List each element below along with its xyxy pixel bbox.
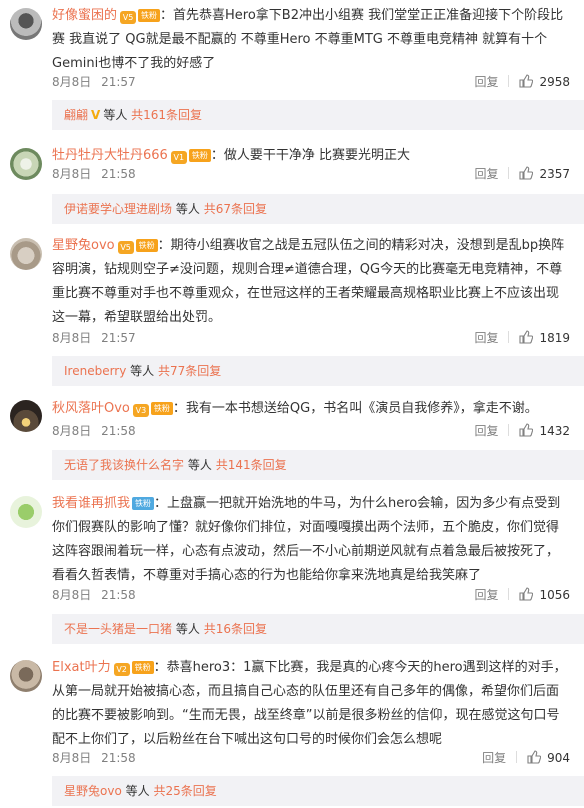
comment-meta: 8月8日 21:58 回复 904 (52, 746, 570, 770)
avatar[interactable] (10, 148, 42, 180)
thumbs-up-icon[interactable] (519, 328, 534, 352)
like-count: 2357 (539, 167, 570, 181)
reply-total-link[interactable]: 共67条回复 (204, 202, 267, 216)
comment-date: 8月8日 (52, 331, 92, 345)
reply-summary[interactable]: 星野兔ovo 等人 共25条回复 (52, 776, 584, 806)
comment-username[interactable]: Elxat叶力 (52, 660, 111, 675)
reply-others: 等人 (175, 622, 200, 636)
reply-summary[interactable]: 无语了我该换什么名字 等人 共141条回复 (52, 450, 584, 480)
avatar[interactable] (10, 496, 42, 528)
vip-crown-icon: V2 (113, 663, 130, 676)
comment-date: 8月8日 (52, 424, 92, 438)
comment-username[interactable]: 我看谁再抓我 (52, 496, 130, 511)
comment-time: 21:58 (101, 751, 136, 765)
reply-button[interactable]: 回复 (474, 75, 498, 89)
fan-badge: 铁粉 (132, 497, 155, 510)
reply-button[interactable]: 回复 (474, 331, 498, 345)
reply-total-link[interactable]: 共25条回复 (153, 784, 216, 798)
avatar[interactable] (10, 238, 42, 270)
reply-total-link[interactable]: 共141条回复 (216, 458, 287, 472)
reply-others: 等人 (175, 202, 200, 216)
comment-meta: 8月8日 21:57 回复 1819 (52, 326, 570, 350)
comment-time: 21:58 (101, 167, 136, 181)
comment-username[interactable]: 牡丹牡丹大牡丹666 (52, 148, 168, 163)
reply-button[interactable]: 回复 (474, 424, 498, 438)
reply-others: 等人 (103, 108, 128, 122)
comment-date: 8月8日 (52, 751, 92, 765)
like-count: 2958 (539, 75, 570, 89)
reply-button[interactable]: 回复 (474, 167, 498, 181)
reply-username[interactable]: 无语了我该换什么名字 (64, 458, 184, 472)
reply-username[interactable]: 不是一头猪是一口猪 (64, 622, 172, 636)
fan-badge: 铁粉 (188, 149, 211, 162)
thumbs-up-icon[interactable] (519, 72, 534, 96)
reply-button[interactable]: 回复 (482, 751, 506, 765)
comment-username[interactable]: 星野兔ovo (52, 238, 115, 253)
comment-date: 8月8日 (52, 75, 92, 89)
reply-others: 等人 (130, 364, 155, 378)
thumbs-up-icon[interactable] (527, 748, 542, 772)
comment-time: 21:58 (101, 424, 136, 438)
comment-body: Elxat叶力 V2 铁粉 ：恭喜hero3：1赢下比赛，我是真的心疼今天的hero遇… (52, 656, 570, 752)
comment-body: 秋风落叶Ovo V3 铁粉 ：我有一本书想送给QG，书名叫《演员自我修养》，拿走不谢。 (52, 397, 570, 421)
comment-meta: 8月8日 21:58 回复 2357 (52, 162, 570, 186)
reply-summary[interactable]: 伊诺要学心理进剧场 等人 共67条回复 (52, 194, 584, 224)
comment-body: 我看谁再抓我 铁粉 ：上盘赢一把就开始洗地的牛马，为什么hero会输，因为多少有点受… (52, 492, 570, 588)
reply-total-link[interactable]: 共161条回复 (131, 108, 202, 122)
comment-meta: 8月8日 21:58 回复 1432 (52, 419, 570, 443)
comment-date: 8月8日 (52, 167, 92, 181)
vip-crown-icon: V5 (120, 11, 137, 24)
comment-time: 21:57 (101, 75, 136, 89)
reply-username[interactable]: Ireneberry (64, 364, 126, 378)
avatar[interactable] (10, 8, 42, 40)
comment-text: ：我有一本书想送给QG，书名叫《演员自我修养》，拿走不谢。 (172, 401, 538, 416)
fan-badge: 铁粉 (135, 239, 158, 252)
vip-crown-icon: V5 (117, 241, 134, 254)
avatar[interactable] (10, 660, 42, 692)
fan-badge: 铁粉 (131, 661, 154, 674)
comment-time: 21:57 (101, 331, 136, 345)
comment-time: 21:58 (101, 588, 136, 602)
comment-meta: 8月8日 21:57 回复 2958 (52, 70, 570, 94)
vip-crown-icon: V3 (132, 404, 149, 417)
like-count: 1432 (539, 424, 570, 438)
reply-others: 等人 (125, 784, 150, 798)
comment-body: 星野兔ovo V5 铁粉 ：期待小组赛收官之战是五冠队伍之间的精彩对决，没想到是乱bp… (52, 234, 570, 330)
reply-username[interactable]: 星野兔ovo (64, 784, 122, 798)
like-count: 1819 (539, 331, 570, 345)
thumbs-up-icon[interactable] (519, 421, 534, 445)
reply-username[interactable]: 翩翩 (64, 108, 88, 122)
reply-summary[interactable]: Ireneberry 等人 共77条回复 (52, 356, 584, 386)
comment-text: ：做人要干干净净 比赛要光明正大 (210, 148, 410, 163)
comment-username[interactable]: 秋风落叶Ovo (52, 401, 130, 416)
fan-badge: 铁粉 (138, 9, 161, 22)
verified-badge: V (91, 108, 101, 122)
reply-summary[interactable]: 翩翩 V 等人 共161条回复 (52, 100, 584, 130)
reply-total-link[interactable]: 共77条回复 (158, 364, 221, 378)
comment-username[interactable]: 好像蜜困的 (52, 8, 117, 23)
like-count: 904 (547, 751, 570, 765)
reply-others: 等人 (187, 458, 212, 472)
reply-button[interactable]: 回复 (474, 588, 498, 602)
comment-date: 8月8日 (52, 588, 92, 602)
reply-total-link[interactable]: 共16条回复 (204, 622, 267, 636)
comment-body: 好像蜜困的 V5 铁粉 ：首先恭喜Hero拿下B2冲出小组赛 我们堂堂正正准备迎接下个… (52, 4, 570, 76)
avatar[interactable] (10, 400, 42, 432)
reply-summary[interactable]: 不是一头猪是一口猪 等人 共16条回复 (52, 614, 584, 644)
fan-badge: 铁粉 (150, 402, 173, 415)
like-count: 1056 (539, 588, 570, 602)
comment-meta: 8月8日 21:58 回复 1056 (52, 583, 570, 607)
thumbs-up-icon[interactable] (519, 585, 534, 609)
reply-username[interactable]: 伊诺要学心理进剧场 (64, 202, 172, 216)
thumbs-up-icon[interactable] (519, 164, 534, 188)
